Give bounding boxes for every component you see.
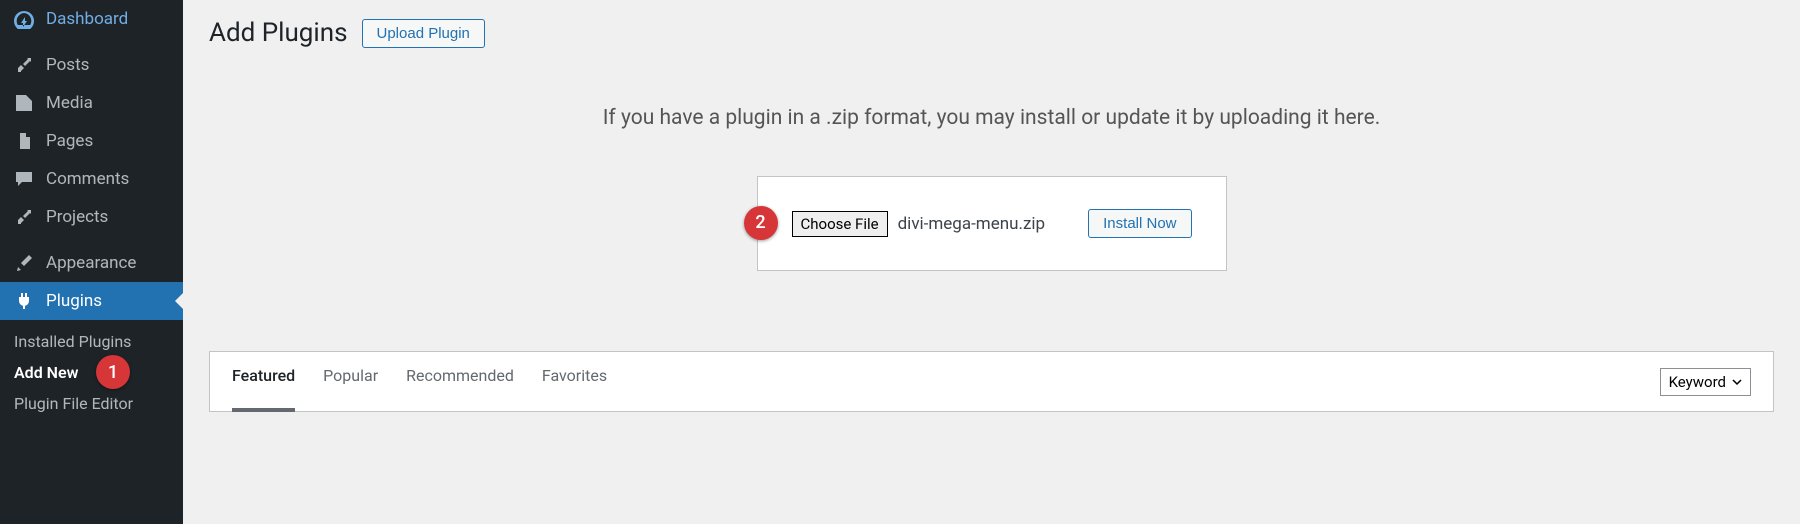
sidebar-item-appearance[interactable]: Appearance	[0, 244, 183, 282]
sidebar-item-dashboard[interactable]: Dashboard	[0, 0, 183, 38]
pin-icon	[12, 54, 36, 76]
filter-tab-favorites[interactable]: Favorites	[542, 366, 607, 397]
search-type-select[interactable]: Keyword	[1660, 368, 1751, 396]
chevron-down-icon	[1732, 373, 1742, 391]
sidebar-item-projects[interactable]: Projects	[0, 198, 183, 236]
filter-tab-recommended[interactable]: Recommended	[406, 366, 514, 397]
pin-icon	[12, 206, 36, 228]
search-type-label: Keyword	[1669, 373, 1726, 391]
comment-icon	[12, 168, 36, 190]
plug-icon	[12, 290, 36, 312]
page-header: Add Plugins Upload Plugin	[209, 18, 1774, 48]
brush-icon	[12, 252, 36, 274]
upload-form: 2 Choose File divi-mega-menu.zip Install…	[757, 176, 1227, 271]
plugin-filter-bar: Featured Popular Recommended Favorites K…	[209, 351, 1774, 412]
main-content: Add Plugins Upload Plugin If you have a …	[183, 0, 1800, 524]
sidebar-item-label: Comments	[46, 169, 129, 189]
upload-plugin-button[interactable]: Upload Plugin	[362, 19, 485, 48]
sidebar-item-comments[interactable]: Comments	[0, 160, 183, 198]
submenu-add-new[interactable]: Add New 1	[0, 357, 183, 388]
media-icon	[12, 92, 36, 114]
submenu-plugin-file-editor[interactable]: Plugin File Editor	[0, 388, 183, 419]
selected-file-name: divi-mega-menu.zip	[898, 214, 1045, 234]
sidebar-item-pages[interactable]: Pages	[0, 122, 183, 160]
pages-icon	[12, 130, 36, 152]
sidebar-item-media[interactable]: Media	[0, 84, 183, 122]
admin-sidebar: Dashboard Posts Media Pages Comments Pro…	[0, 0, 183, 524]
sidebar-item-label: Pages	[46, 131, 93, 151]
filter-tab-popular[interactable]: Popular	[323, 366, 378, 397]
file-input-group: 2 Choose File divi-mega-menu.zip	[792, 211, 1046, 237]
plugins-submenu: Installed Plugins Add New 1 Plugin File …	[0, 320, 183, 429]
submenu-installed-plugins[interactable]: Installed Plugins	[0, 326, 183, 357]
sidebar-item-posts[interactable]: Posts	[0, 46, 183, 84]
page-title: Add Plugins	[209, 18, 348, 48]
sidebar-item-label: Posts	[46, 55, 89, 75]
dashboard-icon	[12, 8, 36, 30]
filter-tab-featured[interactable]: Featured	[232, 366, 295, 397]
filter-tabs: Featured Popular Recommended Favorites	[232, 366, 607, 397]
upload-instruction: If you have a plugin in a .zip format, y…	[209, 106, 1774, 130]
sidebar-item-label: Appearance	[46, 253, 136, 273]
annotation-badge-2: 2	[744, 206, 778, 240]
install-now-button[interactable]: Install Now	[1088, 209, 1191, 238]
sidebar-item-label: Media	[46, 93, 93, 113]
annotation-badge-1: 1	[96, 355, 130, 389]
sidebar-item-label: Dashboard	[46, 9, 128, 29]
sidebar-item-plugins[interactable]: Plugins	[0, 282, 183, 320]
sidebar-item-label: Plugins	[46, 291, 102, 311]
sidebar-item-label: Projects	[46, 207, 108, 227]
choose-file-button[interactable]: Choose File	[792, 211, 888, 237]
